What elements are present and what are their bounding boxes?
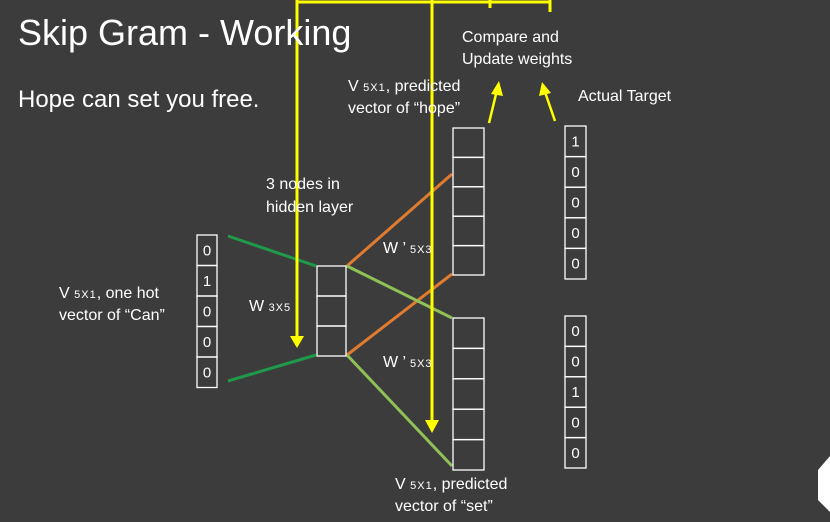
target-set-cell-value: 0: [571, 414, 579, 431]
edge-ui-fragment: [818, 456, 830, 512]
w-output-bottom-w: W ’: [383, 354, 406, 371]
predicted-set-cell: [452, 347, 485, 380]
compare-label-line1: Compare and: [462, 29, 559, 46]
input-vector-v: V: [59, 285, 70, 302]
input-vector-rest: , one hot: [96, 285, 159, 302]
w-output-top-dims: 5X3: [409, 244, 433, 256]
predicted-hope-cell: [452, 244, 485, 276]
predicted-hope-dims: 5X1: [363, 82, 386, 94]
yellow-arrowhead-predicted: [491, 81, 503, 96]
predicted-set-label-line2: vector of “set”: [395, 498, 493, 515]
predicted-set-cell: [452, 317, 485, 350]
target-set-cell-value: 1: [571, 384, 579, 401]
yellow-arrowhead-w: [290, 336, 304, 348]
edge-orange-bottom: [346, 272, 453, 357]
edge-lightgreen-top: [346, 264, 453, 320]
predicted-hope-cell: [452, 127, 485, 159]
input-vector-cell-value: 0: [203, 242, 211, 259]
predicted-set-label-line1: V 5X1, predicted: [395, 474, 507, 497]
target-hope-cell-value: 0: [571, 256, 579, 273]
predicted-set-dims: 5X1: [410, 480, 433, 492]
predicted-hope-cell: [452, 156, 485, 188]
slide-subtitle: Hope can set you free.: [18, 86, 260, 113]
target-set-cell-value: 0: [571, 354, 579, 371]
predicted-set-cell: [452, 378, 485, 410]
w-output-top-w: W ’: [383, 240, 406, 257]
predicted-set-cell: [452, 408, 485, 441]
input-vector-label-line2: vector of “Can”: [59, 307, 165, 324]
yellow-arrowhead-wprime: [425, 420, 439, 433]
compare-label-line2: Update weights: [462, 51, 573, 68]
w-input-dims: 3X5: [268, 302, 292, 314]
hidden-layer-cell: [316, 295, 347, 327]
hidden-layer-cell: [316, 325, 347, 357]
target-hope-cell-value: 1: [571, 133, 579, 150]
hidden-layer-label-line1: 3 nodes in: [266, 176, 340, 193]
target-hope-cell-value: 0: [571, 164, 579, 181]
w-input-label: W 3X5: [249, 296, 291, 319]
slide: 0 1 0 0 0 1 0 0 0 0 0 0 1 0 0 Skip Gram - Working Hope…: [0, 0, 830, 522]
slide-title: Skip Gram - Working: [18, 12, 352, 53]
w-output-bottom-dims: 5X3: [409, 358, 433, 370]
edge-input-top: [227, 234, 317, 268]
predicted-hope-v: V: [348, 78, 359, 95]
w-output-top-label: W ’ 5X3: [383, 238, 433, 261]
input-vector-label-line1: V 5X1, one hot: [59, 283, 159, 306]
predicted-set-v: V: [395, 476, 406, 493]
predicted-hope-label-line1: V 5X1, predicted: [348, 76, 460, 99]
actual-target-label: Actual Target: [578, 88, 672, 105]
input-vector-cell-value: 0: [203, 334, 211, 351]
yellow-arrow-predicted: [487, 89, 499, 124]
predicted-hope-cell: [452, 215, 485, 247]
target-set-cell-value: 0: [571, 445, 579, 462]
target-hope-cell-value: 0: [571, 195, 579, 212]
hidden-layer-cell: [316, 265, 347, 297]
predicted-hope-rest: , predicted: [385, 78, 461, 95]
predicted-set-cell: [452, 438, 485, 471]
input-vector-cell-value: 1: [203, 273, 211, 290]
input-vector-dims: 5X1: [74, 289, 97, 301]
hidden-layer-label-line2: hidden layer: [266, 199, 354, 216]
w-input-w: W: [249, 298, 265, 315]
predicted-hope-cell: [452, 186, 485, 217]
yellow-arrow-target: [543, 91, 557, 122]
predicted-hope-label-line2: vector of “hope”: [348, 100, 461, 117]
input-vector-cell-value: 0: [203, 364, 211, 381]
w-output-bottom-label: W ’ 5X3: [383, 352, 433, 375]
target-set-cell-value: 0: [571, 323, 579, 340]
input-vector-cell-value: 0: [203, 303, 211, 320]
yellow-arrowhead-target: [539, 82, 551, 96]
predicted-set-rest: , predicted: [432, 476, 508, 493]
target-hope-cell-value: 0: [571, 225, 579, 242]
edge-input-bottom: [227, 353, 317, 383]
